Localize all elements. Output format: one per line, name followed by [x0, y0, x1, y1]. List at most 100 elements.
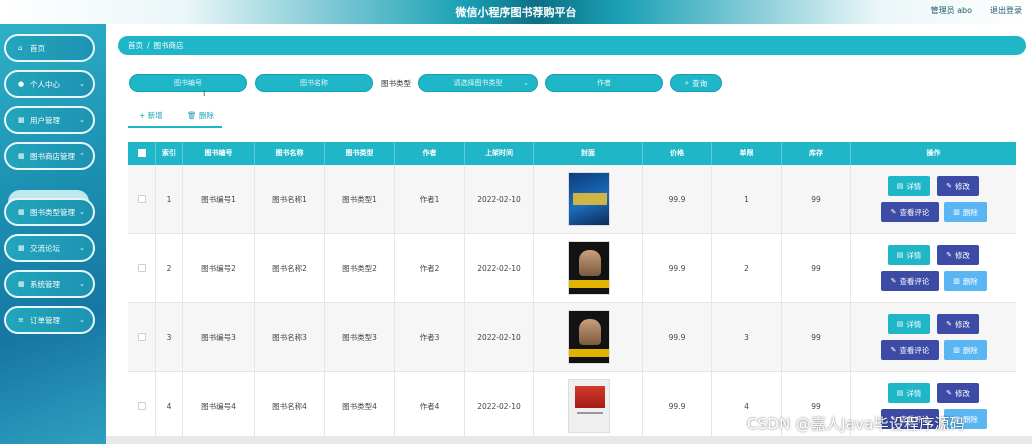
- col-book-name: 图书名称: [255, 142, 325, 165]
- query-label: 查询: [692, 78, 708, 88]
- cell-stock: 99: [782, 234, 851, 303]
- delete-button[interactable]: ▥ 删除: [944, 340, 987, 360]
- edit-button[interactable]: ✎ 修改: [937, 176, 979, 196]
- book-no-input[interactable]: 图书编号: [129, 74, 247, 92]
- chevron-up-icon: ⌃: [79, 152, 85, 160]
- cell-book-type: 图书类型1: [325, 165, 395, 234]
- header-select-cell: [128, 142, 156, 165]
- sidebar-item-users[interactable]: ▦ 用户管理 ⌄: [4, 106, 95, 134]
- col-actions: 操作: [926, 149, 941, 157]
- comments-label: 查看评论: [899, 207, 930, 217]
- comments-button[interactable]: ✎ 查看评论: [881, 340, 939, 360]
- sidebar-item-profile[interactable]: ● 个人中心 ⌄: [4, 70, 95, 98]
- sidebar-item-label: 订单管理: [30, 315, 60, 325]
- sidebar-item-label: 图书类型管理: [30, 207, 75, 217]
- edit-label: 修改: [954, 181, 970, 191]
- sidebar-item-label: 系统管理: [30, 279, 60, 289]
- cell-index: 4: [156, 372, 183, 441]
- sidebar-item-orders[interactable]: ≡ 订单管理 ⌄: [4, 306, 95, 334]
- trash-icon: ▥: [953, 277, 960, 285]
- row-checkbox[interactable]: [138, 333, 146, 341]
- add-button[interactable]: + 新增: [139, 110, 163, 121]
- cell-book-type: 图书类型2: [325, 234, 395, 303]
- cell-author: 作者2: [395, 234, 465, 303]
- book-cover-image: [568, 310, 610, 364]
- grid-icon: ▦: [18, 280, 25, 288]
- sidebar-item-booktypes[interactable]: ▦ 图书类型管理 ⌄: [4, 198, 95, 226]
- edit-label: 修改: [954, 319, 970, 329]
- detail-label: 详情: [906, 181, 922, 191]
- delete-label: 删除: [962, 345, 978, 355]
- delete-label: 删除: [962, 414, 978, 424]
- delete-button[interactable]: ▥ 删除: [944, 202, 987, 222]
- cell-stock: 99: [782, 303, 851, 372]
- breadcrumb-separator: /: [147, 41, 150, 50]
- user-icon: ●: [18, 80, 25, 88]
- breadcrumb: 首页 / 图书商店: [118, 36, 1026, 55]
- detail-button[interactable]: ▤ 详情: [888, 383, 930, 403]
- cell-book-name: 图书名称3: [255, 303, 325, 372]
- sidebar-item-forum[interactable]: ▦ 交流论坛 ⌄: [4, 234, 95, 262]
- pencil-icon: ✎: [946, 182, 952, 190]
- delete-label: 删除: [962, 276, 978, 286]
- row-select-cell: [128, 372, 156, 441]
- watermark-text: CSDN @嘉人Java毕设程序源码: [747, 415, 965, 433]
- edit-button[interactable]: ✎ 修改: [937, 314, 979, 334]
- detail-button[interactable]: ▤ 详情: [888, 245, 930, 265]
- book-cover-image: [568, 379, 610, 433]
- edit-label: 修改: [954, 250, 970, 260]
- batch-delete-button[interactable]: 🗑︎ 删除: [187, 110, 214, 121]
- comments-button[interactable]: ✎ 查看评论: [881, 202, 939, 222]
- cell-date: 2022-02-10: [465, 234, 534, 303]
- sidebar: ⌂ 首页 ● 个人中心 ⌄ ▦ 用户管理 ⌄ ▦ 图书商店管理 ⌃ 图书商店 ▦…: [0, 24, 106, 444]
- comments-label: 查看评论: [899, 345, 930, 355]
- chevron-down-icon: ⌄: [79, 116, 85, 124]
- detail-label: 详情: [906, 388, 922, 398]
- doc-icon: ▤: [896, 320, 904, 328]
- row-checkbox[interactable]: [138, 264, 146, 272]
- detail-label: 详情: [906, 319, 922, 329]
- row-select-cell: [128, 165, 156, 234]
- comments-label: 查看评论: [899, 276, 930, 286]
- sidebar-item-label: 图书商店管理: [30, 151, 75, 161]
- book-name-input[interactable]: 图书名称: [255, 74, 373, 92]
- sidebar-item-system[interactable]: ▦ 系统管理 ⌄: [4, 270, 95, 298]
- row-checkbox[interactable]: [138, 402, 146, 410]
- detail-button[interactable]: ▤ 详情: [888, 176, 930, 196]
- doc-icon: ▤: [896, 182, 904, 190]
- cell-index: 3: [156, 303, 183, 372]
- cell-price: 99.9: [643, 372, 712, 441]
- delete-button[interactable]: ▥ 删除: [944, 271, 987, 291]
- cell-limit: 1: [712, 165, 782, 234]
- add-label: 新增: [147, 111, 163, 120]
- detail-button[interactable]: ▤ 详情: [888, 314, 930, 334]
- sidebar-item-bookstore[interactable]: ▦ 图书商店管理 ⌃: [4, 142, 95, 170]
- sidebar-item-label: 用户管理: [30, 115, 60, 125]
- row-checkbox[interactable]: [138, 195, 146, 203]
- select-all-checkbox[interactable]: [138, 149, 146, 157]
- chevron-down-icon: ⌄: [79, 316, 85, 324]
- chevron-down-icon: ⌄: [79, 280, 85, 288]
- detail-label: 详情: [906, 250, 922, 260]
- logout-link[interactable]: 退出登录: [990, 5, 1022, 16]
- cell-book-type: 图书类型4: [325, 372, 395, 441]
- author-input[interactable]: 作者: [545, 74, 663, 92]
- book-type-select[interactable]: 请选择图书类型 ⌄: [418, 74, 538, 92]
- breadcrumb-home[interactable]: 首页: [128, 40, 143, 51]
- chevron-down-icon: ⌄: [79, 208, 85, 216]
- bottom-scroll-strip: [106, 436, 1032, 444]
- edit-button[interactable]: ✎ 修改: [937, 245, 979, 265]
- app-title: 微信小程序图书荐购平台: [455, 6, 577, 19]
- cell-author: 作者4: [395, 372, 465, 441]
- cell-book-name: 图书名称1: [255, 165, 325, 234]
- edit-button[interactable]: ✎ 修改: [937, 383, 979, 403]
- comments-button[interactable]: ✎ 查看评论: [881, 271, 939, 291]
- col-book-no: 图书编号: [183, 142, 255, 165]
- row-select-cell: [128, 303, 156, 372]
- pencil-icon: ✎: [946, 251, 952, 259]
- cell-date: 2022-02-10: [465, 303, 534, 372]
- sidebar-item-home[interactable]: ⌂ 首页: [4, 34, 95, 62]
- trash-icon: ▥: [953, 346, 960, 354]
- cell-book-no: 图书编号2: [183, 234, 255, 303]
- query-button[interactable]: ⌕ 查询: [670, 74, 722, 92]
